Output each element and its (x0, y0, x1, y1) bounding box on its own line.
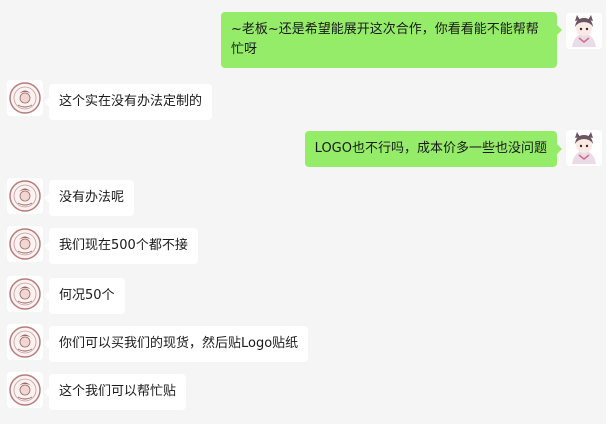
my-avatar[interactable] (566, 13, 602, 49)
my-avatar[interactable] (566, 130, 602, 166)
message-text: LOGO也不行吗，成本价多一些也没问题 (314, 141, 547, 156)
seal-logo-icon (7, 324, 43, 360)
message-text: 我们现在500个都不接 (59, 238, 188, 253)
message-text: 这个我们可以帮忙贴 (59, 384, 177, 399)
seal-logo-icon (7, 226, 43, 262)
contact-avatar[interactable] (7, 178, 43, 214)
contact-avatar[interactable] (7, 80, 43, 116)
contact-avatar[interactable] (7, 324, 43, 360)
contact-avatar[interactable] (7, 276, 43, 312)
message-bubble-sent[interactable]: ~老板~还是希望能展开这次合作，你看看能不能帮帮忙呀 (221, 12, 562, 68)
seal-logo-icon (7, 372, 43, 408)
message-bubble-received[interactable]: 这个实在没有办法定制的 (43, 84, 213, 120)
seal-logo-icon (7, 276, 43, 312)
message-bubble-received[interactable]: 没有办法呢 (43, 180, 135, 216)
contact-avatar[interactable] (7, 372, 43, 408)
cat-girl-avatar-icon (566, 130, 602, 166)
message-bubble-received[interactable]: 我们现在500个都不接 (44, 228, 198, 264)
cat-girl-avatar-icon (566, 13, 602, 49)
message-bubble-sent[interactable]: LOGO也不行吗，成本价多一些也没问题 (304, 131, 563, 167)
seal-logo-icon (7, 80, 43, 116)
message-text: 没有办法呢 (59, 190, 125, 205)
message-text: ~老板~还是希望能展开这次合作，你看看能不能帮帮忙呀 (231, 22, 539, 57)
message-text: 你们可以买我们的现货，然后贴Logo贴纸 (59, 336, 299, 351)
chat-window: ~老板~还是希望能展开这次合作，你看看能不能帮帮忙呀 这个实在没有办法定制的 L… (0, 0, 606, 424)
message-bubble-received[interactable]: 这个我们可以帮忙贴 (43, 374, 187, 410)
message-text: 这个实在没有办法定制的 (59, 94, 203, 109)
contact-avatar[interactable] (7, 226, 43, 262)
message-text: 何况50个 (59, 288, 115, 303)
message-bubble-received[interactable]: 何况50个 (44, 278, 125, 314)
message-bubble-received[interactable]: 你们可以买我们的现货，然后贴Logo贴纸 (43, 326, 309, 362)
seal-logo-icon (7, 178, 43, 214)
